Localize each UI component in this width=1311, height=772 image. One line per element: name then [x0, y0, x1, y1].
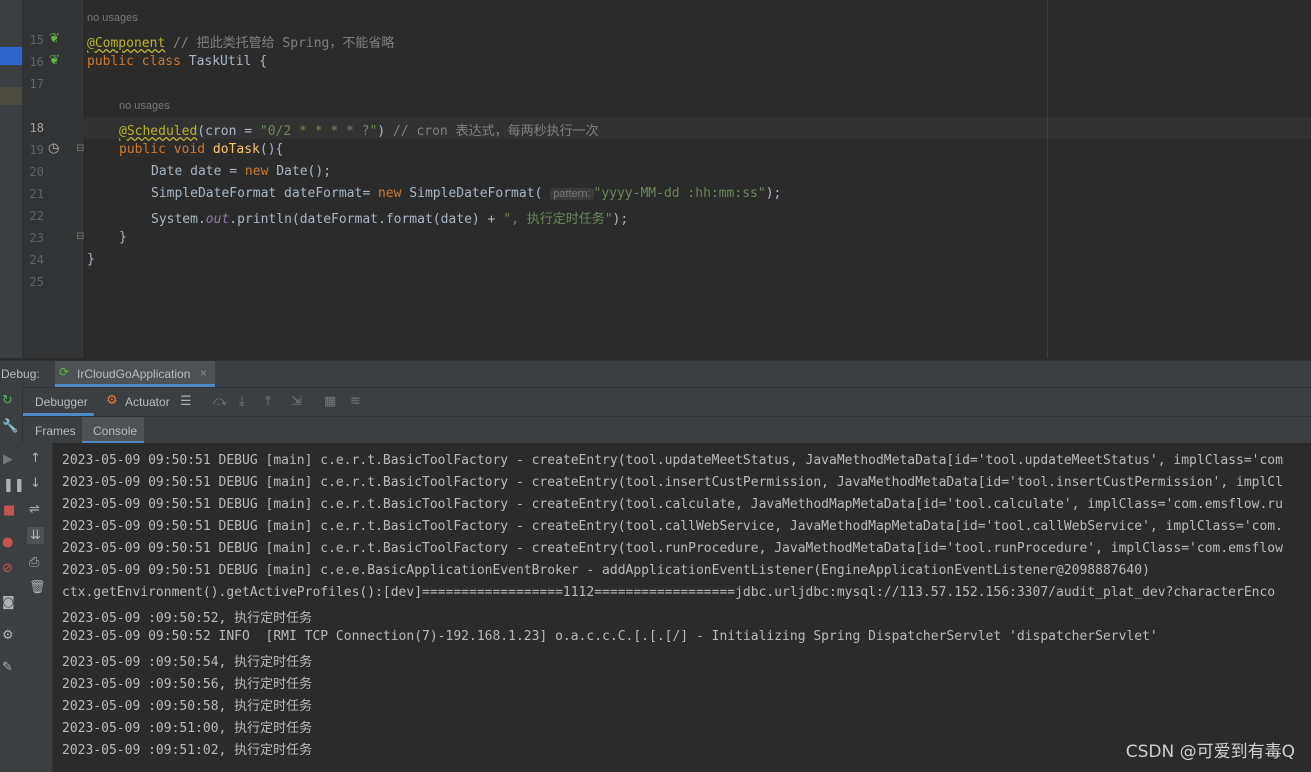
- console-line: 2023-05-09 :09:50:56, 执行定时任务: [62, 677, 313, 692]
- line-number: 24: [29, 253, 44, 267]
- fold-icon[interactable]: ⊟: [76, 143, 84, 154]
- spring-bean-icon[interactable]: ❦: [49, 31, 60, 46]
- console-line: 2023-05-09 09:50:51 DEBUG [main] c.e.r.t…: [62, 541, 1283, 556]
- console-line: 2023-05-09 09:50:51 DEBUG [main] c.e.e.B…: [62, 563, 1150, 578]
- step-over-icon[interactable]: ⤓: [239, 394, 245, 409]
- project-selection-highlight: [0, 47, 22, 65]
- code-line-16: public class TaskUtil {: [87, 54, 268, 69]
- tab-console[interactable]: Console: [82, 417, 144, 444]
- up-arrow-icon[interactable]: ↑: [30, 451, 41, 466]
- console-line: 2023-05-09 :09:51:02, 执行定时任务: [62, 743, 313, 758]
- console-line: 2023-05-09 09:50:51 DEBUG [main] c.e.r.t…: [62, 453, 1283, 468]
- console-output[interactable]: 2023-05-09 09:50:51 DEBUG [main] c.e.r.t…: [53, 443, 1311, 772]
- close-icon[interactable]: ×: [200, 366, 207, 380]
- line-number: 17: [29, 77, 44, 91]
- code-editor[interactable]: 15 16 17 18 19 20 21 22 23 24 25 ❦ ❦ ◷ ⊟…: [0, 0, 1311, 358]
- debugger-toolbar: Debugger ⚙ Actuator ☰ ⤼ ⤓ ⤒ ⇲ ▦ ≋: [0, 387, 1311, 416]
- console-line: 2023-05-09 :09:50:54, 执行定时任务: [62, 655, 313, 670]
- view-breakpoints-icon[interactable]: ●: [2, 535, 13, 550]
- pin-icon[interactable]: ✎: [2, 660, 13, 675]
- trace-icon[interactable]: ≋: [350, 394, 361, 409]
- console-line: 2023-05-09 :09:50:58, 执行定时任务: [62, 699, 313, 714]
- console-line: ctx.getEnvironment().getActiveProfiles()…: [62, 585, 1276, 600]
- line-number: 21: [29, 187, 44, 201]
- code-line-22: System.out.println(dateFormat.format(dat…: [151, 212, 629, 227]
- debug-title-bar: Debug: ⟳ IrCloudGoApplication ×: [0, 360, 1311, 387]
- mute-breakpoints-icon[interactable]: ⊘: [2, 561, 13, 576]
- print-icon[interactable]: ⎙: [29, 555, 39, 570]
- camera-icon[interactable]: ◙: [2, 595, 15, 610]
- code-line-20: Date date = new Date();: [151, 164, 332, 179]
- menu-icon[interactable]: ☰: [180, 394, 192, 409]
- debugger-subtabs: Frames Console: [0, 416, 1311, 444]
- show-execution-point-icon[interactable]: ⤼: [213, 394, 227, 409]
- tab-frames[interactable]: Frames: [35, 424, 76, 438]
- right-margin-guide: [1047, 0, 1048, 358]
- console-line: 2023-05-09 09:50:52 INFO [RMI TCP Connec…: [62, 629, 1158, 644]
- stop-icon[interactable]: ■: [3, 503, 15, 518]
- console-side-toolbar: ↑ ↓ ⇌ ⇊ ⎙ 🗑: [22, 443, 53, 772]
- run-config-label: IrCloudGoApplication: [77, 367, 191, 381]
- actuator-icon: ⚙: [106, 393, 118, 408]
- console-line-partial: [62, 443, 1267, 446]
- fold-icon[interactable]: ⊟: [76, 231, 84, 242]
- resume-icon[interactable]: ▶: [3, 452, 13, 467]
- code-line-24: }: [87, 252, 95, 267]
- line-number: 23: [29, 231, 44, 245]
- step-into-icon[interactable]: ⤒: [265, 394, 271, 409]
- console-line: 2023-05-09 :09:51:00, 执行定时任务: [62, 721, 313, 736]
- tab-debugger-label: Debugger: [35, 395, 88, 409]
- settings-wrench-icon[interactable]: 🔧: [2, 419, 18, 434]
- debug-side-toolbar: ↻ 🔧 ▶ ❚❚ ■ ● ⊘ ◙ ⚙ ✎: [0, 387, 25, 772]
- line-number: 25: [29, 275, 44, 289]
- step-out-icon[interactable]: ⇲: [291, 394, 302, 409]
- evaluate-icon[interactable]: ▦: [324, 394, 336, 409]
- usage-hint[interactable]: no usages: [87, 12, 138, 24]
- gear-icon[interactable]: ⚙: [2, 628, 14, 643]
- tab-console-label: Console: [93, 424, 138, 438]
- console-line: 2023-05-09 09:50:51 DEBUG [main] c.e.r.t…: [62, 497, 1283, 512]
- console-line: 2023-05-09 09:50:51 DEBUG [main] c.e.r.t…: [62, 519, 1283, 534]
- line-number: 20: [29, 165, 44, 179]
- tab-debugger[interactable]: Debugger: [22, 388, 94, 416]
- project-panel-strip: [0, 0, 22, 358]
- usage-hint[interactable]: no usages: [119, 100, 170, 112]
- line-number: 18: [29, 121, 44, 135]
- trash-icon[interactable]: 🗑: [29, 580, 46, 595]
- code-line-19: public void doTask(){: [119, 142, 284, 157]
- project-item-highlight: [0, 87, 22, 105]
- code-line-15: @Component // 把此类托管给 Spring，不能省略: [87, 36, 395, 51]
- spring-boot-icon: ⟳: [59, 365, 70, 379]
- line-number: 16: [29, 55, 44, 69]
- parameter-hint: pattern:: [550, 188, 594, 200]
- line-number: 19: [29, 143, 44, 157]
- rerun-icon[interactable]: ↻: [2, 393, 13, 408]
- line-number: 22: [29, 209, 44, 223]
- console-line: 2023-05-09 09:50:51 DEBUG [main] c.e.r.t…: [62, 475, 1283, 490]
- down-arrow-icon[interactable]: ↓: [30, 476, 41, 491]
- code-line-23: }: [119, 230, 127, 245]
- debug-label: Debug:: [1, 367, 40, 381]
- tab-actuator[interactable]: Actuator: [125, 395, 170, 409]
- line-number: 15: [29, 33, 44, 47]
- scroll-to-end-icon[interactable]: ⇊: [27, 527, 44, 544]
- code-line-18: @Scheduled(cron = "0/2 * * * * ?") // cr…: [119, 124, 599, 139]
- soft-wrap-icon[interactable]: ⇌: [29, 502, 40, 517]
- watermark: CSDN @可爱到有毒Q: [1125, 742, 1295, 762]
- code-line-21: SimpleDateFormat dateFormat= new SimpleD…: [151, 186, 782, 201]
- scheduled-clock-icon[interactable]: ◷: [48, 141, 59, 156]
- run-config-tab[interactable]: ⟳ IrCloudGoApplication ×: [55, 361, 215, 387]
- console-line: 2023-05-09 :09:50:52, 执行定时任务: [62, 611, 313, 626]
- spring-bean-icon[interactable]: ❦: [49, 53, 60, 68]
